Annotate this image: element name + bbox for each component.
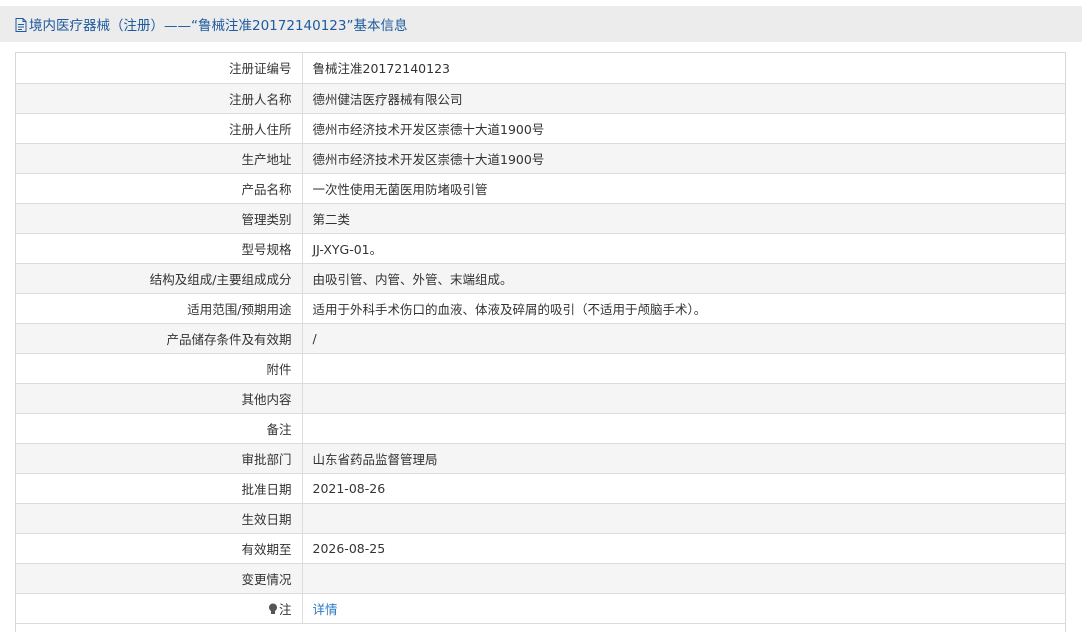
table-row: 注册人住所 德州市经济技术开发区崇德十大道1900号 — [16, 113, 1065, 144]
row-value: JJ-XYG-01。 — [302, 233, 1065, 264]
table-row: 附件 — [16, 353, 1065, 384]
row-value — [302, 383, 1065, 414]
row-label: 批准日期 — [16, 473, 303, 504]
table-row: 结构及组成/主要组成成分 由吸引管、内管、外管、末端组成。 — [16, 263, 1065, 294]
page-title: 境内医疗器械（注册）——“鲁械注准20172140123”基本信息 — [29, 18, 408, 34]
row-value: 德州健洁医疗器械有限公司 — [302, 83, 1065, 114]
row-label: 管理类别 — [16, 203, 303, 234]
note-value-cell: 详情 — [302, 593, 1065, 624]
note-row: 注 详情 — [16, 593, 1065, 624]
note-label: 注 — [278, 601, 292, 617]
table-row: 管理类别 第二类 — [16, 203, 1065, 234]
row-value — [302, 413, 1065, 444]
info-panel: 注册证编号 鲁械注准20172140123 注册人名称 德州健洁医疗器械有限公司… — [15, 52, 1066, 632]
document-icon — [15, 18, 27, 32]
row-value: 鲁械注准20172140123 — [302, 53, 1065, 84]
table-row: 生产地址 德州市经济技术开发区崇德十大道1900号 — [16, 143, 1065, 174]
row-value: 2021-08-26 — [302, 473, 1065, 504]
row-label: 其他内容 — [16, 383, 303, 414]
row-value: 山东省药品监督管理局 — [302, 443, 1065, 474]
row-value — [302, 563, 1065, 594]
table-row: 产品名称 一次性使用无菌医用防堵吸引管 — [16, 173, 1065, 204]
row-label: 结构及组成/主要组成成分 — [16, 263, 303, 294]
table-row: 其他内容 — [16, 383, 1065, 414]
row-label: 注册证编号 — [16, 53, 303, 84]
row-value: 由吸引管、内管、外管、末端组成。 — [302, 263, 1065, 294]
table-row: 注册人名称 德州健洁医疗器械有限公司 — [16, 83, 1065, 114]
row-label: 产品名称 — [16, 173, 303, 204]
row-value: / — [302, 323, 1065, 354]
row-value: 2026-08-25 — [302, 533, 1065, 564]
table-row: 审批部门 山东省药品监督管理局 — [16, 443, 1065, 474]
page-header: 境内医疗器械（注册）——“鲁械注准20172140123”基本信息 — [0, 6, 1082, 42]
table-row: 生效日期 — [16, 503, 1065, 534]
row-label: 备注 — [16, 413, 303, 444]
row-label: 附件 — [16, 353, 303, 384]
row-label: 有效期至 — [16, 533, 303, 564]
table-row: 变更情况 — [16, 563, 1065, 594]
row-value — [302, 353, 1065, 384]
table-row: 有效期至 2026-08-25 — [16, 533, 1065, 564]
row-label: 型号规格 — [16, 233, 303, 264]
table-row: 型号规格 JJ-XYG-01。 — [16, 233, 1065, 264]
table-row: 产品储存条件及有效期 / — [16, 323, 1065, 354]
row-label: 审批部门 — [16, 443, 303, 474]
note-label-cell: 注 — [16, 593, 303, 624]
info-table: 注册证编号 鲁械注准20172140123 注册人名称 德州健洁医疗器械有限公司… — [16, 53, 1065, 624]
table-row: 批准日期 2021-08-26 — [16, 473, 1065, 504]
row-label: 生产地址 — [16, 143, 303, 174]
row-value: 第二类 — [302, 203, 1065, 234]
row-label: 注册人名称 — [16, 83, 303, 114]
row-label: 适用范围/预期用途 — [16, 293, 303, 324]
row-value: 一次性使用无菌医用防堵吸引管 — [302, 173, 1065, 204]
row-value: 德州市经济技术开发区崇德十大道1900号 — [302, 113, 1065, 144]
row-value — [302, 503, 1065, 534]
row-label: 生效日期 — [16, 503, 303, 534]
table-row: 适用范围/预期用途 适用于外科手术伤口的血液、体液及碎屑的吸引（不适用于颅脑手术… — [16, 293, 1065, 324]
lightbulb-icon — [268, 603, 277, 614]
row-label: 变更情况 — [16, 563, 303, 594]
row-value: 适用于外科手术伤口的血液、体液及碎屑的吸引（不适用于颅脑手术）。 — [302, 293, 1065, 324]
row-value: 德州市经济技术开发区崇德十大道1900号 — [302, 143, 1065, 174]
details-link[interactable]: 详情 — [313, 602, 338, 617]
table-row: 备注 — [16, 413, 1065, 444]
row-label: 产品储存条件及有效期 — [16, 323, 303, 354]
row-label: 注册人住所 — [16, 113, 303, 144]
table-row: 注册证编号 鲁械注准20172140123 — [16, 53, 1065, 84]
